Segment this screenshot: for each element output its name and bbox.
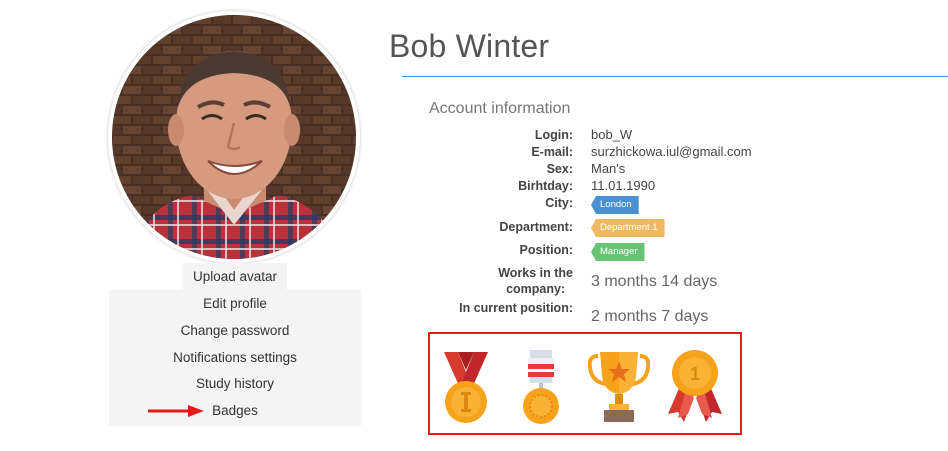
- position-label: Position:: [519, 243, 573, 257]
- medal-ribbon-icon[interactable]: [440, 348, 492, 424]
- sex-value: Man's: [591, 161, 626, 176]
- sex-row: Sex: Man's: [380, 161, 940, 179]
- department-tag[interactable]: Department 1: [591, 219, 665, 237]
- red-arrow-icon: [148, 405, 204, 417]
- works-in-company-label: Works in the company:: [498, 265, 573, 297]
- svg-text:1: 1: [690, 364, 700, 384]
- works-label-line1: Works in the: [498, 266, 573, 280]
- email-label: E-mail:: [531, 145, 573, 159]
- badges-highlight-box: 1: [428, 332, 742, 435]
- menu-item-study-history[interactable]: Study history: [109, 371, 361, 398]
- birthday-label: Birhtday:: [518, 179, 573, 193]
- city-label: City:: [545, 196, 573, 210]
- birthday-row: Birhtday: 11.01.1990: [380, 178, 940, 196]
- current-position-row: In current position: 2 months 7 days: [380, 300, 940, 330]
- section-title: Account information: [429, 100, 571, 117]
- avatar: [108, 11, 360, 263]
- works-label-line2: company:: [506, 282, 566, 296]
- works-in-company-row: Works in the company: 3 months 14 days: [380, 265, 940, 299]
- department-label: Department:: [499, 220, 573, 234]
- birthday-value: 11.01.1990: [591, 178, 656, 193]
- menu-item-notifications-settings[interactable]: Notifications settings: [109, 345, 361, 372]
- rosette-first-place-icon[interactable]: 1: [664, 348, 726, 424]
- login-label: Login:: [534, 128, 573, 142]
- login-value: bob_W: [591, 127, 633, 142]
- city-tag[interactable]: London: [591, 196, 639, 214]
- menu-item-edit-profile[interactable]: Edit profile: [109, 291, 361, 318]
- email-value: surzhickowa.iul@gmail.com: [591, 144, 752, 159]
- position-tag[interactable]: Manager: [591, 243, 645, 261]
- city-row: City: London: [380, 195, 940, 214]
- avatar-photo: [112, 15, 356, 259]
- sex-label: Sex:: [546, 162, 573, 176]
- title-divider: [402, 76, 948, 77]
- menu-item-change-password[interactable]: Change password: [109, 318, 361, 345]
- trophy-icon[interactable]: [588, 348, 650, 424]
- department-row: Department: Department 1: [380, 219, 940, 237]
- current-position-value: 2 months 7 days: [591, 308, 709, 325]
- works-in-company-value: 3 months 14 days: [591, 273, 718, 290]
- upload-avatar-button[interactable]: Upload avatar: [183, 263, 287, 290]
- current-position-label: In current position:: [459, 301, 573, 315]
- position-row: Position: Manager: [380, 242, 940, 261]
- military-medal-icon[interactable]: [520, 348, 562, 424]
- login-row: Login: bob_W: [380, 127, 940, 145]
- page-title: Bob Winter: [389, 28, 550, 64]
- email-row: E-mail: surzhickowa.iul@gmail.com: [380, 144, 940, 162]
